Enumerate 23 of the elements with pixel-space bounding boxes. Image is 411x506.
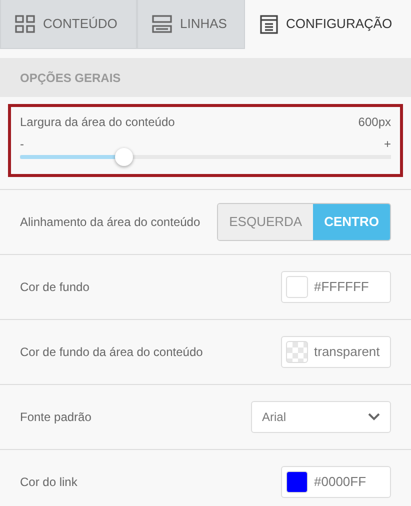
setting-label: Cor do link (20, 474, 78, 491)
setting-label: Cor de fundo da área do conteúdo (20, 344, 203, 361)
slider-thumb[interactable] (114, 148, 133, 166)
tab[interactable]: LINHAS (137, 0, 245, 49)
toggle-option[interactable]: ESQUERDA (218, 204, 314, 240)
max-label: + (384, 136, 391, 153)
color-field[interactable]: #0000FF (281, 466, 391, 498)
grid-icon (15, 15, 35, 33)
setting-label: Largura da área do conteúdo (20, 114, 175, 131)
color-field[interactable]: transparent (281, 336, 391, 368)
min-label: - (20, 136, 24, 153)
transparency-swatch (286, 341, 308, 363)
chevron-down-icon (368, 413, 380, 421)
setting-label: Alinhamento da área do conteúdo (20, 214, 200, 231)
rows-icon (152, 15, 172, 33)
section-title: OPÇÕES GERAIS (20, 70, 121, 86)
document-icon (260, 14, 278, 34)
color-field[interactable]: #FFFFFF (281, 271, 391, 303)
font-select[interactable]: Arial (251, 401, 391, 433)
setting-label: Fonte padrão (20, 409, 92, 426)
value-reading: 600px (358, 114, 391, 131)
tab[interactable]: CONTEÚDO (0, 0, 137, 49)
setting-label: Cor de fundo (20, 279, 90, 296)
